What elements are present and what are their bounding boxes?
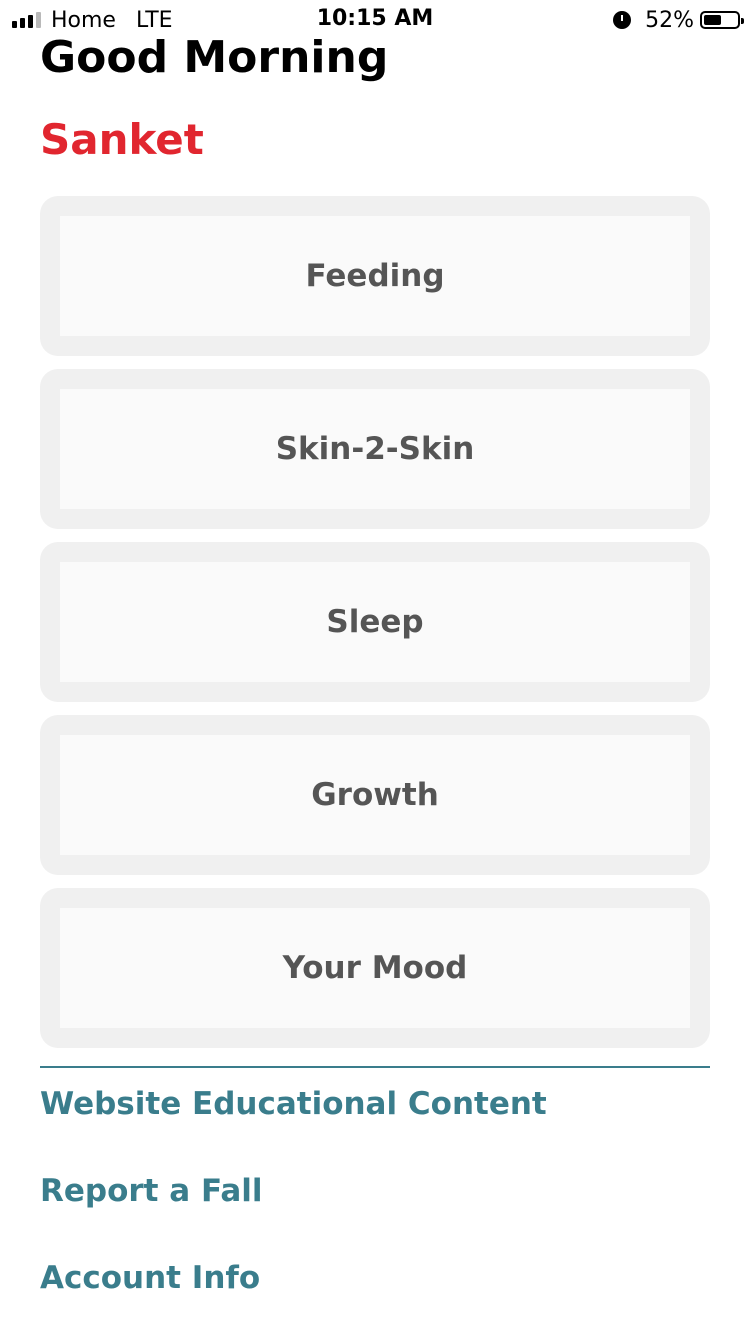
skin-2-skin-card[interactable]: Skin-2-Skin [40, 369, 710, 529]
card-inner: Your Mood [60, 908, 690, 1028]
card-label: Sleep [326, 604, 424, 640]
card-label: Your Mood [282, 950, 468, 986]
card-inner: Feeding [60, 216, 690, 336]
growth-card[interactable]: Growth [40, 715, 710, 875]
battery-icon [700, 11, 744, 29]
section-divider [40, 1066, 710, 1068]
card-inner: Sleep [60, 562, 690, 682]
website-educational-content-link[interactable]: Website Educational Content [40, 1084, 547, 1124]
card-label: Skin-2-Skin [275, 431, 475, 467]
your-mood-card[interactable]: Your Mood [40, 888, 710, 1048]
alarm-icon [613, 11, 632, 29]
battery-fill [704, 15, 721, 25]
feeding-card[interactable]: Feeding [40, 196, 710, 356]
report-a-fall-link[interactable]: Report a Fall [40, 1171, 263, 1211]
card-inner: Skin-2-Skin [60, 389, 690, 509]
sleep-card[interactable]: Sleep [40, 542, 710, 702]
account-info-link[interactable]: Account Info [40, 1258, 260, 1298]
status-right: 52% [613, 6, 744, 34]
card-label: Feeding [305, 258, 445, 294]
card-inner: Growth [60, 735, 690, 855]
battery-percent: 52% [645, 7, 694, 33]
greeting-title: Good Morning [40, 32, 389, 83]
user-name: Sanket [40, 115, 204, 164]
card-label: Growth [311, 777, 439, 813]
battery-tip [741, 18, 744, 24]
